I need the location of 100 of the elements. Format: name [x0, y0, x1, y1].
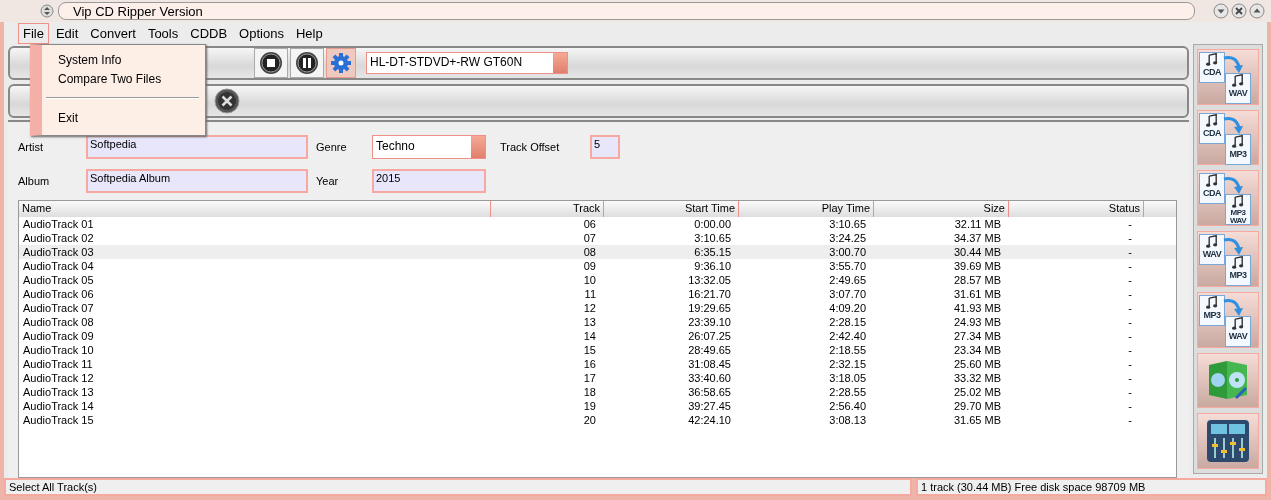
- menu-item[interactable]: Options: [234, 22, 289, 44]
- stop-button[interactable]: [254, 48, 288, 78]
- table-row[interactable]: AudioTrack 04 09 9:36.10 3:55.70 39.69 MB -: [19, 259, 1176, 273]
- minimize-button[interactable]: [1213, 3, 1229, 19]
- format-label: WAV: [1228, 330, 1248, 341]
- table-cell-text: 16: [582, 357, 597, 371]
- menu-item[interactable]: Help: [290, 22, 328, 44]
- table-row[interactable]: AudioTrack 06 11 16:21.70 3:07.70 31.61 MB -: [19, 287, 1176, 301]
- table-cell-text: 31.61 MB: [952, 287, 1002, 301]
- music-note-icon: [1205, 53, 1219, 67]
- table-cell-text: 4:09.20: [828, 301, 867, 315]
- close-button[interactable]: [1231, 3, 1247, 19]
- format-label: MP3: [1203, 309, 1221, 320]
- table-cell-text: -: [1127, 399, 1133, 413]
- mixer-button[interactable]: [1197, 413, 1259, 470]
- music-note-icon: [1205, 295, 1219, 310]
- table-cell-text: 11: [583, 287, 597, 301]
- music-note-icon: [1231, 74, 1245, 88]
- field-label: Artist: [18, 141, 45, 153]
- menu-item[interactable]: Tools: [142, 22, 184, 44]
- table-row[interactable]: AudioTrack 09 14 26:07.25 2:42.40 27.34 MB -: [19, 329, 1176, 343]
- column-header[interactable]: Track: [491, 201, 604, 217]
- table-cell-text: AudioTrack 10: [22, 343, 95, 357]
- genre-dropdown[interactable]: Techno: [372, 135, 486, 159]
- table-cell-text: -: [1127, 245, 1133, 259]
- table-cell-text: 36:58.65: [687, 385, 732, 399]
- music-note-icon: [1205, 174, 1219, 189]
- table-row[interactable]: AudioTrack 12 17 33:40.60 3:18.05 33.32 MB -: [19, 371, 1176, 385]
- table-row[interactable]: AudioTrack 01 06 0:00.00 3:10.65 32.11 MB -: [19, 217, 1176, 231]
- table-row[interactable]: AudioTrack 11 16 31:08.45 2:32.15 25.60 MB -: [19, 357, 1176, 371]
- table-cell-text: 16:21.70: [687, 287, 732, 301]
- column-header[interactable]: Name: [19, 201, 491, 217]
- table-cell-text: 19:29.65: [687, 301, 732, 315]
- table-row[interactable]: AudioTrack 14 19 39:27.45 2:56.40 29.70 MB -: [19, 399, 1176, 413]
- table-cell-text: AudioTrack 04: [22, 259, 95, 273]
- table-cell-text: 30.44 MB: [952, 245, 1002, 259]
- artist-field[interactable]: Softpedia: [86, 135, 308, 159]
- table-cell-text: 3:55.70: [828, 259, 867, 273]
- menu-item[interactable]: Exit: [58, 109, 78, 128]
- table-row[interactable]: AudioTrack 13 18 36:58.65 2:28.55 25.02 MB -: [19, 385, 1176, 399]
- format-label: MP3 WAV: [1228, 209, 1248, 226]
- convert-button[interactable]: MP3 WAV: [1197, 291, 1259, 348]
- table-cell-text: 27.34 MB: [952, 329, 1002, 343]
- table-cell-text: 23:39.10: [687, 315, 732, 329]
- cancel-button[interactable]: [214, 88, 240, 114]
- table-row[interactable]: AudioTrack 08 13 23:39.10 2:28.15 24.93 MB -: [19, 315, 1176, 329]
- table-row[interactable]: AudioTrack 03 08 6:35.15 3:00.70 30.44 MB -: [19, 245, 1176, 259]
- table-cell-text: 13: [582, 315, 597, 329]
- column-header[interactable]: Start Time: [604, 201, 739, 217]
- table-row[interactable]: AudioTrack 05 10 13:32.05 2:49.65 28.57 MB -: [19, 273, 1176, 287]
- column-header[interactable]: Play Time: [739, 201, 874, 217]
- music-note-icon: [1231, 256, 1245, 271]
- table-row[interactable]: AudioTrack 07 12 19:29.65 4:09.20 41.93 MB -: [19, 301, 1176, 315]
- year-field[interactable]: 2015: [372, 169, 486, 193]
- album-field[interactable]: Softpedia Album: [86, 169, 308, 193]
- table-row[interactable]: AudioTrack 15 20 42:24.10 3:08.13 31.65 MB -: [19, 413, 1176, 427]
- column-header[interactable]: Size: [874, 201, 1009, 217]
- table-cell-text: 18: [582, 385, 597, 399]
- menu-item[interactable]: Convert: [85, 22, 141, 44]
- table-cell-text: 2:18.55: [828, 343, 867, 357]
- convert-button[interactable]: WAV MP3: [1197, 231, 1259, 287]
- menu-item[interactable]: CDDB: [185, 22, 233, 44]
- menu-item[interactable]: File: [18, 22, 49, 44]
- table-cell-text: 12: [582, 301, 597, 315]
- menu-item[interactable]: Edit: [50, 22, 84, 44]
- table-cell-text: -: [1127, 371, 1133, 385]
- table-cell-text: 15: [582, 343, 597, 357]
- table-cell-text: 08: [582, 245, 597, 259]
- table-cell-text: 06: [582, 217, 597, 231]
- table-cell-text: 2:42.40: [828, 329, 867, 343]
- convert-button[interactable]: CDA MP3 WAV: [1197, 170, 1259, 227]
- table-cell-text: 28.57 MB: [952, 273, 1002, 287]
- mixer-icon: [1205, 418, 1251, 465]
- maximize-button[interactable]: [1249, 3, 1265, 19]
- table-cell-text: -: [1127, 343, 1133, 357]
- table-cell-text: 26:07.25: [687, 329, 732, 343]
- convert-button[interactable]: CDA WAV: [1197, 49, 1259, 105]
- pause-button[interactable]: [290, 48, 324, 78]
- table-cell-text: 2:56.40: [828, 399, 867, 413]
- table-cell-text: AudioTrack 13: [22, 385, 95, 399]
- table-cell-text: 42:24.10: [687, 413, 732, 427]
- convert-button[interactable]: CDA MP3: [1197, 109, 1259, 166]
- track-offset-field[interactable]: 5: [590, 135, 620, 159]
- menu-item[interactable]: Compare Two Files: [58, 70, 162, 89]
- table-cell-text: AudioTrack 08: [22, 315, 95, 329]
- drive-dropdown[interactable]: HL-DT-STDVD+-RW GT60N: [366, 52, 568, 74]
- table-row[interactable]: AudioTrack 10 15 28:49.65 2:18.55 23.34 MB -: [19, 343, 1176, 357]
- table-cell-text: AudioTrack 11: [22, 357, 94, 371]
- music-note-icon: [1231, 195, 1245, 210]
- table-cell-text: 31.65 MB: [952, 413, 1002, 427]
- table-cell-text: 33.32 MB: [952, 371, 1002, 385]
- table-cell-text: -: [1127, 273, 1133, 287]
- menu-item[interactable]: System Info: [58, 51, 122, 70]
- table-row[interactable]: AudioTrack 02 07 3:10.65 3:24.25 34.37 MB -: [19, 231, 1176, 245]
- table-cell-text: 3:08.13: [828, 413, 867, 427]
- window-menu-button[interactable]: [40, 4, 54, 18]
- format-label: CDA: [1203, 188, 1221, 199]
- music-note-icon: [1205, 235, 1219, 250]
- field-label: Album: [18, 175, 51, 187]
- column-header[interactable]: Status: [1009, 201, 1144, 217]
